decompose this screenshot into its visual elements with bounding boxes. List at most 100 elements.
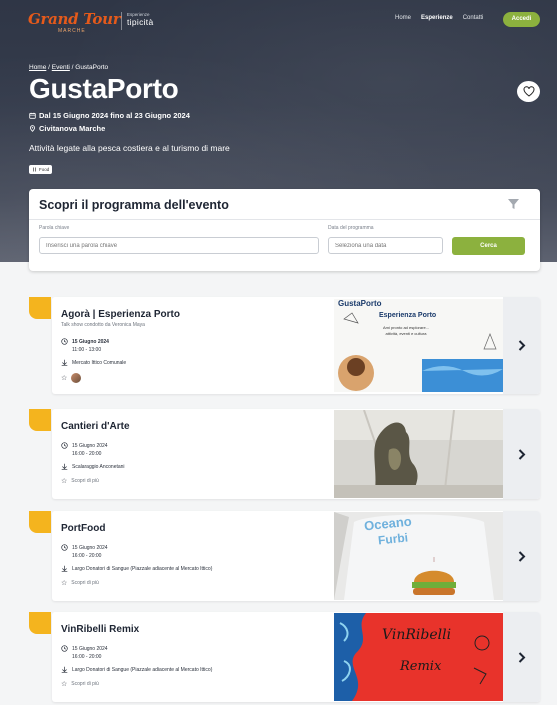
category-tag[interactable]: Food	[29, 165, 53, 174]
login-button[interactable]: Accedi	[503, 12, 540, 27]
partner-logo[interactable]: Esperienze tipicità	[121, 12, 154, 30]
heart-icon	[523, 86, 534, 97]
event-image[interactable]	[334, 410, 503, 498]
speaker-avatar	[71, 373, 82, 383]
chevron-right-icon	[518, 448, 525, 460]
event-place: Largo Donatori di Sangue (Piazzale adiac…	[72, 566, 213, 572]
event-card[interactable]: Agorà | Esperienza Porto Talk show condo…	[52, 297, 540, 394]
star-icon[interactable]: ☆	[61, 477, 67, 485]
card-accent	[29, 612, 51, 634]
event-image[interactable]: Ami pronto ad esplorare... attività, eve…	[334, 299, 503, 392]
more-link[interactable]: Scopri di più	[71, 477, 99, 485]
event-time-row: 15 Giugno 2024 16:00 - 20:00	[61, 645, 108, 661]
breadcrumb-home[interactable]: Home	[29, 64, 46, 71]
poster-subtitle: Esperienza Porto	[379, 312, 437, 319]
card-accent	[29, 409, 51, 431]
clock-icon	[61, 338, 68, 345]
date-label: Data del programma	[328, 225, 374, 231]
event-time: 16:00 - 20:00	[72, 654, 102, 660]
logo-text: Grand Tour	[28, 10, 121, 28]
utensils-icon	[33, 167, 36, 172]
event-more-row[interactable]: ☆ Scopri di più	[61, 477, 99, 485]
chevron-right-icon	[518, 550, 525, 562]
star-icon[interactable]: ☆	[61, 680, 67, 688]
event-card-title: PortFood	[61, 523, 106, 534]
svg-text:attività, eventi e cultura: attività, eventi e cultura	[386, 331, 428, 336]
event-place-row: Scalaraggio Anconetani	[61, 463, 125, 471]
breadcrumb-events[interactable]: Eventi	[52, 64, 70, 71]
event-image[interactable]: VinRibelli Remix	[334, 613, 503, 701]
page-title: GustaPorto	[29, 73, 179, 104]
favorite-button[interactable]	[517, 81, 540, 102]
clock-icon	[61, 645, 68, 652]
event-card[interactable]: VinRibelli Remix 15 Giugno 2024 16:00 - 2…	[52, 612, 540, 702]
event-place: Scalaraggio Anconetani	[72, 464, 125, 470]
event-date: 15 Giugno 2024	[72, 545, 108, 551]
event-date: 15 Giugno 2024	[72, 339, 109, 345]
nav-links: Home Esperienze Contatti	[395, 15, 493, 21]
event-time: 16:00 - 20:00	[72, 451, 102, 457]
event-card-title: Agorà | Esperienza Porto	[61, 309, 180, 320]
program-search-panel: Scopri il programma dell'evento Parola c…	[29, 189, 540, 271]
top-navigation: Grand Tour MARCHE Esperienze tipicità Ho…	[0, 0, 557, 42]
breadcrumb: Home / Eventi / GustaPorto	[29, 64, 109, 71]
event-card-title: VinRibelli Remix	[61, 624, 140, 635]
event-open-button[interactable]	[503, 511, 540, 601]
event-card-title: Cantieri d'Arte	[61, 421, 130, 432]
event-location: Civitanova Marche	[29, 124, 105, 133]
breadcrumb-current: GustaPorto	[75, 64, 109, 71]
event-date: 15 Giugno 2024	[72, 443, 108, 449]
poster-title: GustaPorto	[338, 299, 382, 308]
event-description: Attività legate alla pesca costiera e al…	[29, 143, 230, 153]
chevron-right-icon	[518, 340, 525, 351]
partner-name: tipicità	[127, 17, 154, 27]
food-photo	[334, 512, 503, 600]
event-time-row: 15 Giugno 2024 16:00 - 20:00	[61, 544, 108, 560]
more-link[interactable]: Scopri di più	[71, 680, 99, 688]
star-icon[interactable]: ☆	[61, 374, 67, 382]
location-icon	[61, 565, 68, 572]
clock-icon	[61, 544, 68, 551]
card-accent	[29, 297, 51, 319]
event-date-range: Dal 15 Giugno 2024 fino al 23 Giugno 202…	[29, 111, 190, 120]
event-open-button[interactable]	[503, 297, 540, 394]
date-range-text: Dal 15 Giugno 2024 fino al 23 Giugno 202…	[39, 111, 190, 120]
keyword-input[interactable]	[39, 237, 319, 254]
event-time-row: 15 Giugno 2024 11:00 - 13:00	[61, 338, 109, 354]
event-place-row: Largo Donatori di Sangue (Piazzale adiac…	[61, 666, 212, 674]
event-open-button[interactable]	[503, 409, 540, 499]
event-more-row[interactable]: ☆ Scopri di più	[61, 680, 99, 688]
event-time-row: 15 Giugno 2024 16:00 - 20:00	[61, 442, 108, 458]
event-more-row[interactable]: ☆ Scopri di più	[61, 579, 99, 587]
category-tag-label: Food	[39, 167, 50, 172]
event-rating-row: ☆	[61, 373, 82, 383]
nav-link-home[interactable]: Home	[395, 15, 411, 21]
search-button[interactable]: Cerca	[452, 237, 525, 255]
poster-title: VinRibelli	[382, 627, 452, 643]
nav-link-esperienze[interactable]: Esperienze	[421, 15, 453, 21]
map-pin-icon	[29, 125, 36, 132]
more-link[interactable]: Scopri di più	[71, 579, 99, 587]
sculpture-photo	[334, 410, 503, 498]
nav-link-contatti[interactable]: Contatti	[463, 15, 484, 21]
location-icon	[61, 359, 68, 366]
poster-subtitle: Remix	[400, 659, 442, 674]
filter-icon[interactable]	[508, 199, 519, 209]
event-open-button[interactable]	[503, 612, 540, 702]
card-accent	[29, 511, 51, 533]
panel-divider	[29, 219, 540, 220]
event-time: 16:00 - 20:00	[72, 553, 102, 559]
event-place: Largo Donatori di Sangue (Piazzale adiac…	[72, 667, 213, 673]
event-card[interactable]: PortFood 15 Giugno 2024 16:00 - 20:00 Lar…	[52, 511, 540, 601]
program-search-title: Scopri il programma dell'evento	[39, 198, 229, 212]
event-date: 15 Giugno 2024	[72, 646, 108, 652]
location-icon	[61, 463, 68, 470]
logo-subtitle: MARCHE	[58, 28, 86, 34]
star-icon[interactable]: ☆	[61, 579, 67, 587]
event-card[interactable]: Cantieri d'Arte 15 Giugno 2024 16:00 - 20…	[52, 409, 540, 499]
event-place-row: Largo Donatori di Sangue (Piazzale adiac…	[61, 565, 212, 573]
site-logo[interactable]: Grand Tour MARCHE	[28, 8, 121, 36]
event-image[interactable]: Oceano Furbi	[334, 512, 503, 600]
clock-icon	[61, 442, 68, 449]
date-input[interactable]	[328, 237, 443, 254]
